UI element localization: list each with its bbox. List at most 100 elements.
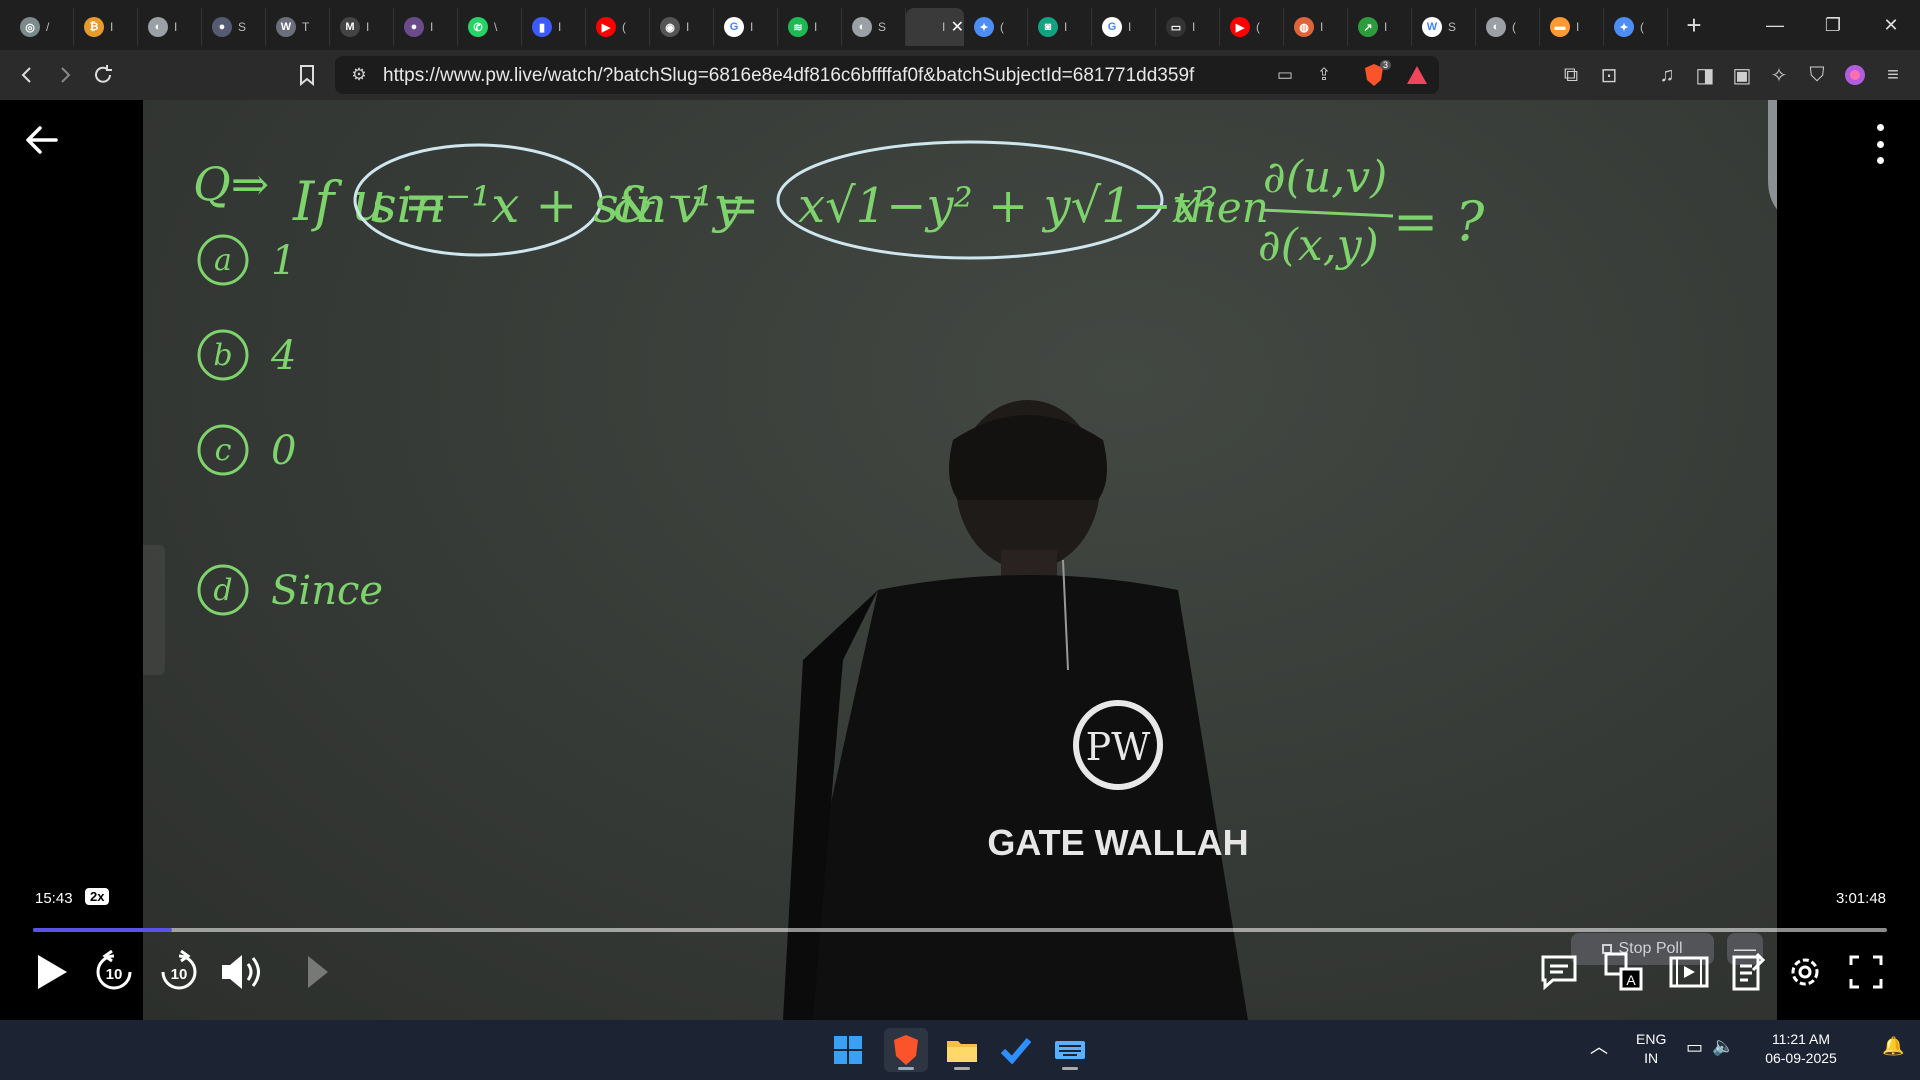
leo-ai-icon[interactable]: ✧ bbox=[1764, 60, 1794, 90]
translate-icon: A bbox=[1604, 952, 1643, 991]
browser-tab[interactable]: ✆ \ bbox=[458, 8, 522, 46]
profile-icon[interactable] bbox=[1840, 60, 1870, 90]
taskbar-brave[interactable] bbox=[884, 1028, 928, 1072]
back-icon bbox=[21, 67, 31, 83]
show-hidden-icons-chevron-icon[interactable]: ︿ bbox=[1590, 1038, 1608, 1057]
url-text[interactable]: https://www.pw.live/watch/?batchSlug=681… bbox=[383, 65, 1195, 87]
brave-rewards-icon[interactable] bbox=[1403, 61, 1431, 89]
start-button[interactable] bbox=[826, 1028, 870, 1072]
browser-tab[interactable]: ◙ I bbox=[1028, 8, 1092, 46]
forward-10-button[interactable]: 10 bbox=[155, 948, 203, 996]
browser-tab[interactable]: ◎ / bbox=[10, 8, 74, 46]
taskbar-file-explorer[interactable] bbox=[940, 1028, 984, 1072]
fullscreen-button[interactable] bbox=[1842, 948, 1890, 996]
browser-tab[interactable]: ◉ I bbox=[650, 8, 714, 46]
browser-tab[interactable]: ✦( bbox=[1604, 8, 1668, 46]
browser-toolbar: ⚙ https://www.pw.live/watch/?batchSlug=6… bbox=[0, 50, 1920, 100]
play-button[interactable] bbox=[28, 948, 76, 996]
rewind-label: 10 bbox=[106, 966, 123, 983]
picture-in-picture-button[interactable] bbox=[1665, 948, 1713, 996]
chat-icon bbox=[1541, 955, 1577, 991]
notes-button[interactable] bbox=[1724, 948, 1772, 996]
close-window-button[interactable]: ✕ bbox=[1862, 0, 1920, 50]
browser-tab[interactable]: ↗ I bbox=[1348, 8, 1412, 46]
close-tab-icon[interactable]: ✕ bbox=[951, 17, 964, 37]
browser-tab[interactable]: ● S bbox=[202, 8, 266, 46]
system-tray: ︿ ENG IN ▭ 🔈 11:21 AM 06-09-2025 🔔 bbox=[1590, 1020, 1920, 1080]
sidebar-icon[interactable]: ◨ bbox=[1690, 60, 1720, 90]
browser-tab[interactable]: WT bbox=[266, 8, 330, 46]
wallet-icon[interactable]: ▣ bbox=[1727, 60, 1757, 90]
answer-options: a 1b 4c 0d Since bbox=[197, 234, 383, 616]
video-frame: Q⇒ If u = sin⁻¹x + sin⁻¹y & v = x√1−y² +… bbox=[143, 100, 1777, 1020]
translate-button[interactable]: A bbox=[1600, 948, 1648, 996]
bookmark-icon bbox=[300, 65, 314, 86]
notification-bell-icon[interactable]: 🔔 bbox=[1882, 1037, 1904, 1056]
wikipedia-icon: W bbox=[1422, 17, 1442, 37]
bookmark-button[interactable] bbox=[290, 58, 324, 92]
extensions-icon[interactable]: ⧉ bbox=[1556, 60, 1586, 90]
forward-button[interactable] bbox=[48, 58, 82, 92]
volume-button[interactable] bbox=[218, 948, 266, 996]
side-panel-handle[interactable] bbox=[143, 545, 165, 675]
seek-bar[interactable] bbox=[33, 928, 1887, 932]
chalkboard: Q⇒ If u = sin⁻¹x + sin⁻¹y & v = x√1−y² +… bbox=[193, 140, 1485, 1020]
browser-tab[interactable]: GI bbox=[714, 8, 778, 46]
tab-title: I bbox=[110, 20, 114, 34]
next-arrow-button[interactable] bbox=[293, 948, 341, 996]
pip-icon bbox=[1669, 956, 1709, 988]
screenshot-icon[interactable]: ⊡ bbox=[1594, 60, 1624, 90]
reload-button[interactable] bbox=[86, 58, 120, 92]
browser-tab[interactable]: ▶( bbox=[586, 8, 650, 46]
back-button[interactable] bbox=[10, 58, 44, 92]
back-arrow-icon[interactable] bbox=[22, 120, 62, 160]
share-icon[interactable]: ⇪ bbox=[1310, 61, 1338, 89]
network-icon[interactable]: ▭ bbox=[1686, 1038, 1703, 1057]
browser-tab[interactable]: ▭ I bbox=[1156, 8, 1220, 46]
keyboard-icon bbox=[1055, 1041, 1085, 1059]
tab-title: ( bbox=[1000, 20, 1004, 34]
language-indicator[interactable]: ENG IN bbox=[1636, 1030, 1666, 1068]
browser-tab[interactable]: ▶( bbox=[1220, 8, 1284, 46]
menu-icon[interactable]: ≡ bbox=[1878, 60, 1908, 90]
browser-tab[interactable]: ◐ S bbox=[842, 8, 906, 46]
more-options-button[interactable] bbox=[1870, 124, 1890, 164]
chat-button[interactable] bbox=[1535, 948, 1583, 996]
new-tab-button[interactable]: + bbox=[1674, 5, 1714, 45]
browser-tab[interactable]: GI bbox=[1092, 8, 1156, 46]
browser-tab[interactable]: MI bbox=[330, 8, 394, 46]
google-icon: G bbox=[724, 17, 744, 37]
browser-tab[interactable]: I ✕ bbox=[906, 8, 964, 46]
address-bar[interactable]: ⚙ https://www.pw.live/watch/?batchSlug=6… bbox=[335, 56, 1439, 94]
browser-tab[interactable]: ₿ I bbox=[74, 8, 138, 46]
tab-title: I bbox=[174, 20, 178, 34]
site-settings-icon[interactable]: ⚙ bbox=[345, 61, 373, 89]
browser-tab[interactable]: ▬ I bbox=[1540, 8, 1604, 46]
browser-tab[interactable]: ◍ I bbox=[1284, 8, 1348, 46]
svg-text:A: A bbox=[1626, 972, 1636, 988]
cast-icon[interactable]: ▭ bbox=[1271, 61, 1299, 89]
taskbar-keyboard[interactable] bbox=[1048, 1028, 1092, 1072]
vpn-icon[interactable]: ⛉ bbox=[1802, 60, 1832, 90]
video-player[interactable]: Q⇒ If u = sin⁻¹x + sin⁻¹y & v = x√1−y² +… bbox=[0, 100, 1920, 1020]
rewind-10-button[interactable]: 10 bbox=[90, 948, 138, 996]
media-icon[interactable]: ♫ bbox=[1652, 60, 1682, 90]
browser-tab[interactable]: WS bbox=[1412, 8, 1476, 46]
windows-icon bbox=[834, 1036, 862, 1064]
shirt-text: GATE WALLAH bbox=[987, 822, 1248, 863]
clock[interactable]: 11:21 AM 06-09-2025 bbox=[1746, 1030, 1856, 1068]
speaker-icon[interactable]: 🔈 bbox=[1712, 1037, 1734, 1056]
minimize-window-button[interactable]: — bbox=[1746, 0, 1804, 50]
browser-tab[interactable]: ✦( bbox=[964, 8, 1028, 46]
browser-tab[interactable]: ● I bbox=[394, 8, 458, 46]
browser-tab[interactable]: ◐ I bbox=[138, 8, 202, 46]
tab-title: I bbox=[750, 20, 754, 34]
playback-speed-badge[interactable]: 2x bbox=[85, 888, 110, 905]
taskbar-todo[interactable] bbox=[994, 1028, 1038, 1072]
restore-window-button[interactable]: ❐ bbox=[1804, 0, 1862, 50]
browser-tab[interactable]: ≋ I bbox=[778, 8, 842, 46]
browser-tab[interactable]: ▮ I bbox=[522, 8, 586, 46]
browser-tab[interactable]: ◐( bbox=[1476, 8, 1540, 46]
settings-button[interactable] bbox=[1781, 948, 1829, 996]
ball-icon: ◍ bbox=[1294, 17, 1314, 37]
